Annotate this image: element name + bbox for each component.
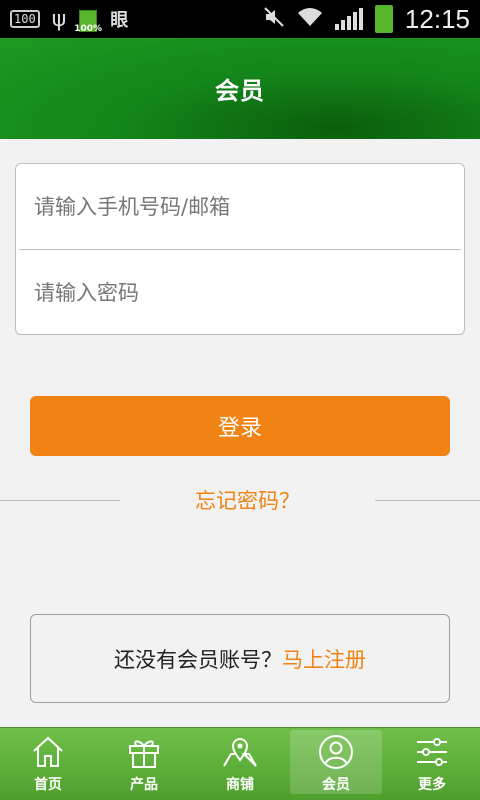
nav-item-products[interactable]: 产品 [96, 728, 192, 800]
status-bar: 100 ψ 100% 眼 12:15 [0, 0, 480, 38]
gift-icon [129, 740, 159, 768]
status-left: 100 ψ 100% 眼 [10, 6, 129, 34]
login-button[interactable]: 登录 [30, 396, 450, 456]
divider-line-left [0, 500, 120, 501]
battery-small-label: 100% [74, 24, 103, 34]
page-title: 会员 [215, 77, 265, 105]
user-icon [319, 735, 353, 769]
nav-label-products: 产品 [130, 777, 158, 793]
divider-line-right [375, 500, 480, 501]
nav-label-shops: 商铺 [226, 777, 254, 793]
nav-item-more[interactable]: 更多 [384, 728, 480, 800]
usb-icon: ψ [51, 6, 67, 32]
forgot-password-link[interactable]: 忘记密码？ [120, 480, 375, 520]
nav-label-member: 会员 [322, 777, 350, 793]
forgot-row: 忘记密码？ [0, 480, 480, 520]
map-icon [223, 738, 257, 767]
battery-icon [374, 5, 393, 33]
login-form [15, 163, 465, 335]
nav-label-more: 更多 [418, 777, 446, 793]
register-link[interactable]: 马上注册 [282, 644, 366, 674]
battery-full-icon: 100% [74, 6, 102, 34]
password-row [16, 250, 464, 335]
nav-item-home[interactable]: 首页 [0, 728, 96, 800]
register-box: 还没有会员账号？ 马上注册 [30, 614, 450, 703]
app-header: 会员 [0, 38, 480, 139]
status-right: 12:15 [263, 4, 470, 35]
register-prompt: 还没有会员账号？ [114, 647, 282, 672]
home-icon [33, 736, 63, 767]
nav-item-member[interactable]: 会员 [288, 728, 384, 800]
nav-label-home: 首页 [34, 777, 62, 793]
notification-badge-icon: 100 [10, 10, 40, 28]
clock: 12:15 [404, 3, 470, 34]
password-input[interactable] [34, 280, 434, 305]
account-input[interactable] [34, 194, 434, 219]
nav-item-shops[interactable]: 商铺 [192, 728, 288, 800]
mute-icon [263, 6, 285, 33]
account-row [16, 164, 464, 249]
wifi-icon [297, 6, 323, 33]
bottom-nav: 首页 产品 商铺 会员 更多 [0, 727, 480, 800]
notification-doc-icon: 眼 [110, 10, 129, 31]
settings-sliders-icon [417, 738, 447, 766]
signal-icon [334, 8, 363, 30]
